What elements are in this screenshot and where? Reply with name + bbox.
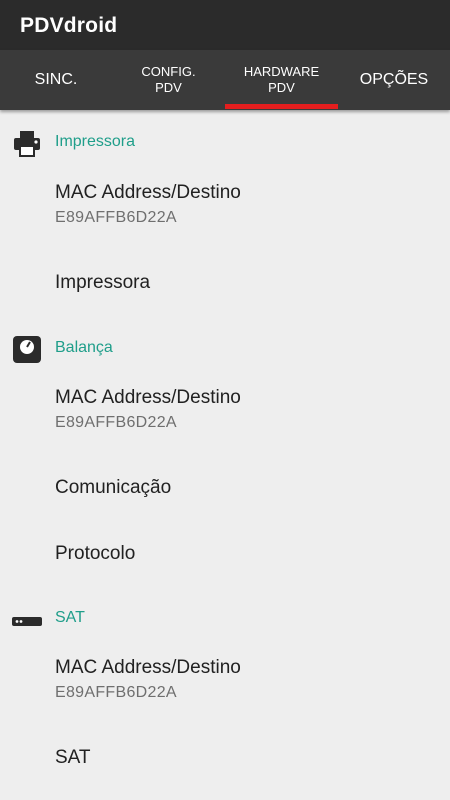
pref-title: Comunicação — [55, 477, 172, 498]
active-tab-indicator — [225, 104, 338, 109]
tab-label: OPÇÕES — [359, 71, 429, 88]
sat-device-icon — [12, 604, 42, 634]
pref-impressora-device[interactable]: Impressora — [0, 255, 450, 315]
tab-sinc[interactable]: SINC. — [0, 50, 112, 110]
tab-label: HARDWARE PDV — [243, 64, 320, 95]
tab-label: CONFIG. PDV — [141, 64, 196, 95]
app-title: PDVdroid — [20, 14, 118, 37]
tab-opcoes[interactable]: OPÇÕES — [338, 50, 450, 110]
section-header-balanca: Balança — [0, 330, 450, 366]
pref-impressora-mac-address[interactable]: MAC Address/Destino E89AFFB6D22A — [0, 170, 450, 250]
pref-title: Impressora — [55, 272, 151, 293]
section-title: SAT — [55, 609, 85, 626]
pref-balanca-mac-address[interactable]: MAC Address/Destino E89AFFB6D22A — [0, 375, 450, 455]
pref-title: MAC Address/Destino — [55, 387, 241, 408]
scale-icon — [12, 334, 42, 364]
tab-config-pdv[interactable]: CONFIG. PDV — [112, 50, 225, 110]
pref-title: SAT — [55, 747, 91, 768]
pref-summary: E89AFFB6D22A — [55, 209, 177, 226]
tab-bar: SINC. CONFIG. PDV HARDWARE PDV OPÇÕES — [0, 50, 450, 110]
pref-sat-mac-address[interactable]: MAC Address/Destino E89AFFB6D22A — [0, 645, 450, 725]
tab-hardware-pdv[interactable]: HARDWARE PDV — [225, 50, 338, 110]
pref-title: MAC Address/Destino — [55, 657, 241, 678]
pref-sat-device[interactable]: SAT — [0, 730, 450, 790]
pref-title: MAC Address/Destino — [55, 182, 241, 203]
pref-balanca-comunicacao[interactable]: Comunicação — [0, 460, 450, 520]
tab-label: SINC. — [34, 71, 78, 88]
pref-summary: E89AFFB6D22A — [55, 414, 177, 431]
section-title: Balança — [55, 339, 113, 356]
pref-title: Protocolo — [55, 543, 136, 564]
printer-icon — [12, 128, 42, 158]
section-header-impressora: Impressora — [0, 124, 450, 160]
app-bar: PDVdroid — [0, 0, 450, 50]
section-header-sat: SAT — [0, 600, 450, 636]
pref-summary: E89AFFB6D22A — [55, 684, 177, 701]
section-title: Impressora — [55, 133, 136, 150]
pref-balanca-protocolo[interactable]: Protocolo — [0, 526, 450, 586]
